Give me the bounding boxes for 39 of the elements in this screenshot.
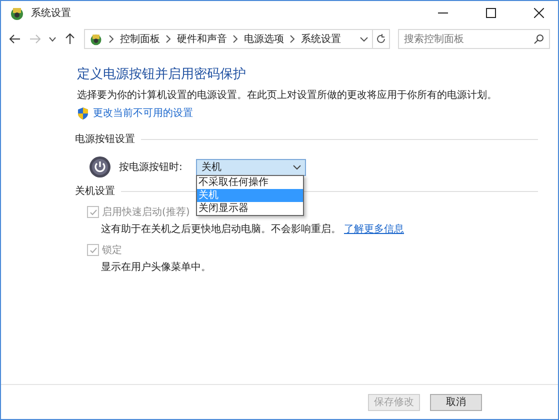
- up-arrow-icon[interactable]: [64, 33, 76, 45]
- chevron-down-icon[interactable]: [49, 36, 56, 42]
- dialog-button[interactable]: 取消: [430, 394, 482, 410]
- breadcrumb-item[interactable]: 系统设置: [301, 32, 341, 46]
- section-title: 电源按钮设置: [75, 132, 135, 146]
- admin-settings-link[interactable]: 更改当前不可用的设置: [93, 106, 193, 120]
- search-field[interactable]: 搜索控制面板: [398, 29, 550, 49]
- power-icon: [89, 156, 111, 178]
- refresh-button[interactable]: [372, 29, 390, 49]
- chevron-right-icon: [166, 35, 171, 43]
- chevron-down-icon[interactable]: [360, 36, 368, 42]
- breadcrumb-item[interactable]: 控制面板: [120, 32, 160, 46]
- search-icon: [534, 34, 544, 44]
- breadcrumb-item[interactable]: 电源选项: [244, 32, 284, 46]
- option-description: 显示在用户头像菜单中。: [101, 260, 211, 274]
- breadcrumb-item[interactable]: 硬件和声音: [177, 32, 227, 46]
- page-description: 选择要为你的计算机设置的电源设置。在此页上对设置所做的更改将应用于你所有的电源计划。: [77, 88, 498, 102]
- chevron-down-icon: [293, 164, 302, 170]
- checkbox-label: 锁定: [102, 244, 122, 257]
- back-arrow-icon[interactable]: [9, 33, 21, 45]
- control-panel-icon: [89, 32, 103, 46]
- address-bar[interactable]: 控制面板 硬件和声音 电源选项 系统设置: [84, 29, 373, 49]
- section-title: 关机设置: [75, 184, 115, 198]
- field-label: 按电源按钮时:: [119, 160, 182, 174]
- option-description: 这有助于在关机之后更快地启动电脑。不会影响重启。: [101, 222, 341, 236]
- dropdown-option[interactable]: 不采取任何操作: [197, 176, 304, 188]
- chevron-right-icon: [109, 35, 114, 43]
- dropdown-option[interactable]: 关闭显示器: [197, 202, 304, 214]
- control-panel-icon: [9, 5, 25, 21]
- maximize-icon[interactable]: [486, 8, 496, 18]
- close-icon[interactable]: [534, 8, 544, 18]
- checkbox-label: 启用快速启动(推荐): [102, 206, 190, 219]
- chevron-right-icon: [290, 35, 295, 43]
- power-action-dropdown[interactable]: 关机: [196, 158, 306, 176]
- chevron-right-icon: [233, 35, 238, 43]
- page-heading: 定义电源按钮并启用密码保护: [77, 66, 247, 83]
- shield-icon: [77, 106, 89, 120]
- refresh-icon: [376, 34, 386, 44]
- window-title: 系统设置: [31, 6, 71, 20]
